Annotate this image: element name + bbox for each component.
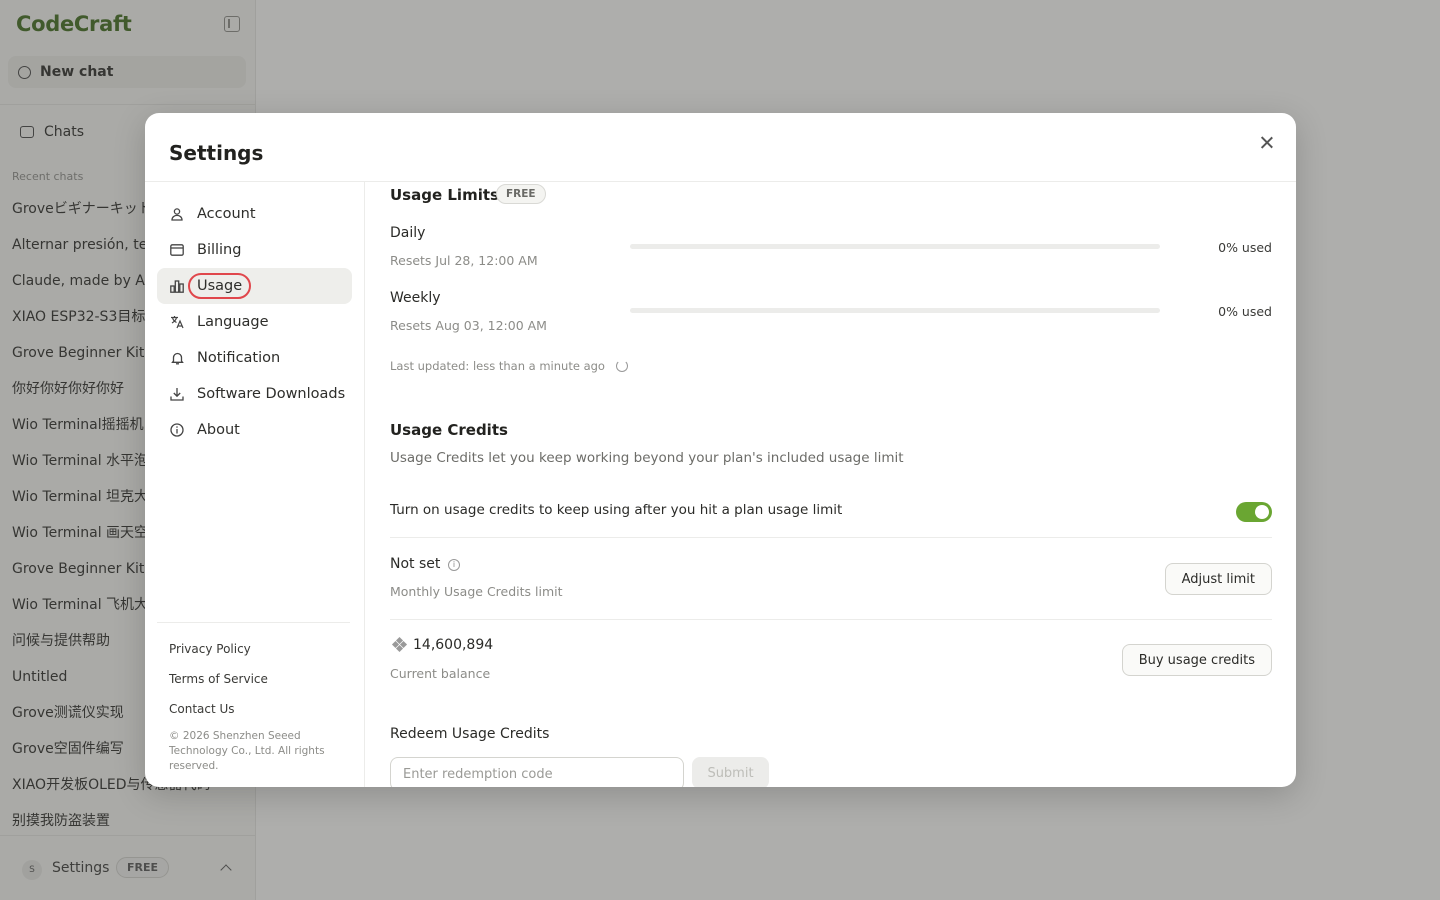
weekly-reset-text: Resets Aug 03, 12:00 AM [390, 318, 547, 333]
nav-item-about[interactable]: About [157, 412, 352, 448]
language-icon [169, 314, 185, 330]
submit-button[interactable]: Submit [692, 757, 769, 787]
card-icon [169, 242, 185, 258]
dialog-title: Settings [169, 141, 264, 165]
copyright-text: © 2026 Shenzhen Seeed Technology Co., Lt… [169, 730, 325, 772]
refresh-icon[interactable] [616, 360, 628, 372]
redemption-code-input[interactable] [390, 757, 684, 787]
nav-item-billing[interactable]: Billing [157, 232, 352, 268]
usage-limits-title: Usage Limits [390, 186, 499, 204]
info-icon[interactable]: i [448, 559, 460, 571]
contact-us-link[interactable]: Contact Us [169, 702, 235, 716]
usage-credits-description: Usage Credits let you keep working beyon… [390, 450, 904, 466]
credit-balance-value: 14,600,894 [413, 637, 494, 653]
current-balance-label: Current balance [390, 666, 491, 681]
row-divider [390, 537, 1272, 538]
adjust-limit-button[interactable]: Adjust limit [1164, 563, 1272, 595]
nav-item-account[interactable]: Account [157, 196, 352, 232]
privacy-policy-link[interactable]: Privacy Policy [169, 642, 251, 656]
plan-tag: FREE [496, 184, 546, 204]
nav-item-usage[interactable]: Usage [157, 268, 352, 304]
settings-nav: Account Billing Usage Language Notificat… [145, 182, 365, 787]
settings-dialog: Settings Account Billing Usage Language [145, 113, 1296, 787]
daily-progress-track [630, 244, 1160, 249]
nav-divider [157, 622, 350, 623]
download-icon [169, 386, 185, 402]
user-icon [169, 206, 185, 222]
weekly-used-text: 0% used [1218, 304, 1272, 319]
bell-icon [169, 350, 185, 366]
chart-icon [169, 278, 185, 294]
redeem-title: Redeem Usage Credits [390, 726, 550, 742]
usage-panel[interactable]: Usage Limits FREE Daily Resets Jul 28, 1… [366, 182, 1296, 787]
credits-icon [391, 636, 408, 653]
terms-of-service-link[interactable]: Terms of Service [169, 672, 268, 686]
nav-item-software-downloads[interactable]: Software Downloads [157, 376, 352, 412]
nav-item-notification[interactable]: Notification [157, 340, 352, 376]
info-circle-icon [169, 422, 185, 438]
daily-label: Daily [390, 225, 426, 241]
monthly-limit-value: Not set [390, 556, 441, 572]
nav-item-language[interactable]: Language [157, 304, 352, 340]
buy-usage-credits-button[interactable]: Buy usage credits [1121, 644, 1272, 676]
daily-reset-text: Resets Jul 28, 12:00 AM [390, 253, 538, 268]
last-updated-text: Last updated: less than a minute ago [390, 359, 605, 373]
row-divider [390, 619, 1272, 620]
monthly-limit-label: Monthly Usage Credits limit [390, 584, 563, 599]
close-icon[interactable] [1258, 134, 1276, 152]
weekly-label: Weekly [390, 290, 441, 306]
toggle-knob [1255, 505, 1269, 519]
weekly-progress-track [630, 308, 1160, 313]
usage-credits-toggle-label: Turn on usage credits to keep using afte… [390, 502, 843, 518]
daily-used-text: 0% used [1218, 240, 1272, 255]
usage-credits-toggle[interactable] [1236, 502, 1272, 522]
usage-credits-title: Usage Credits [390, 421, 508, 439]
